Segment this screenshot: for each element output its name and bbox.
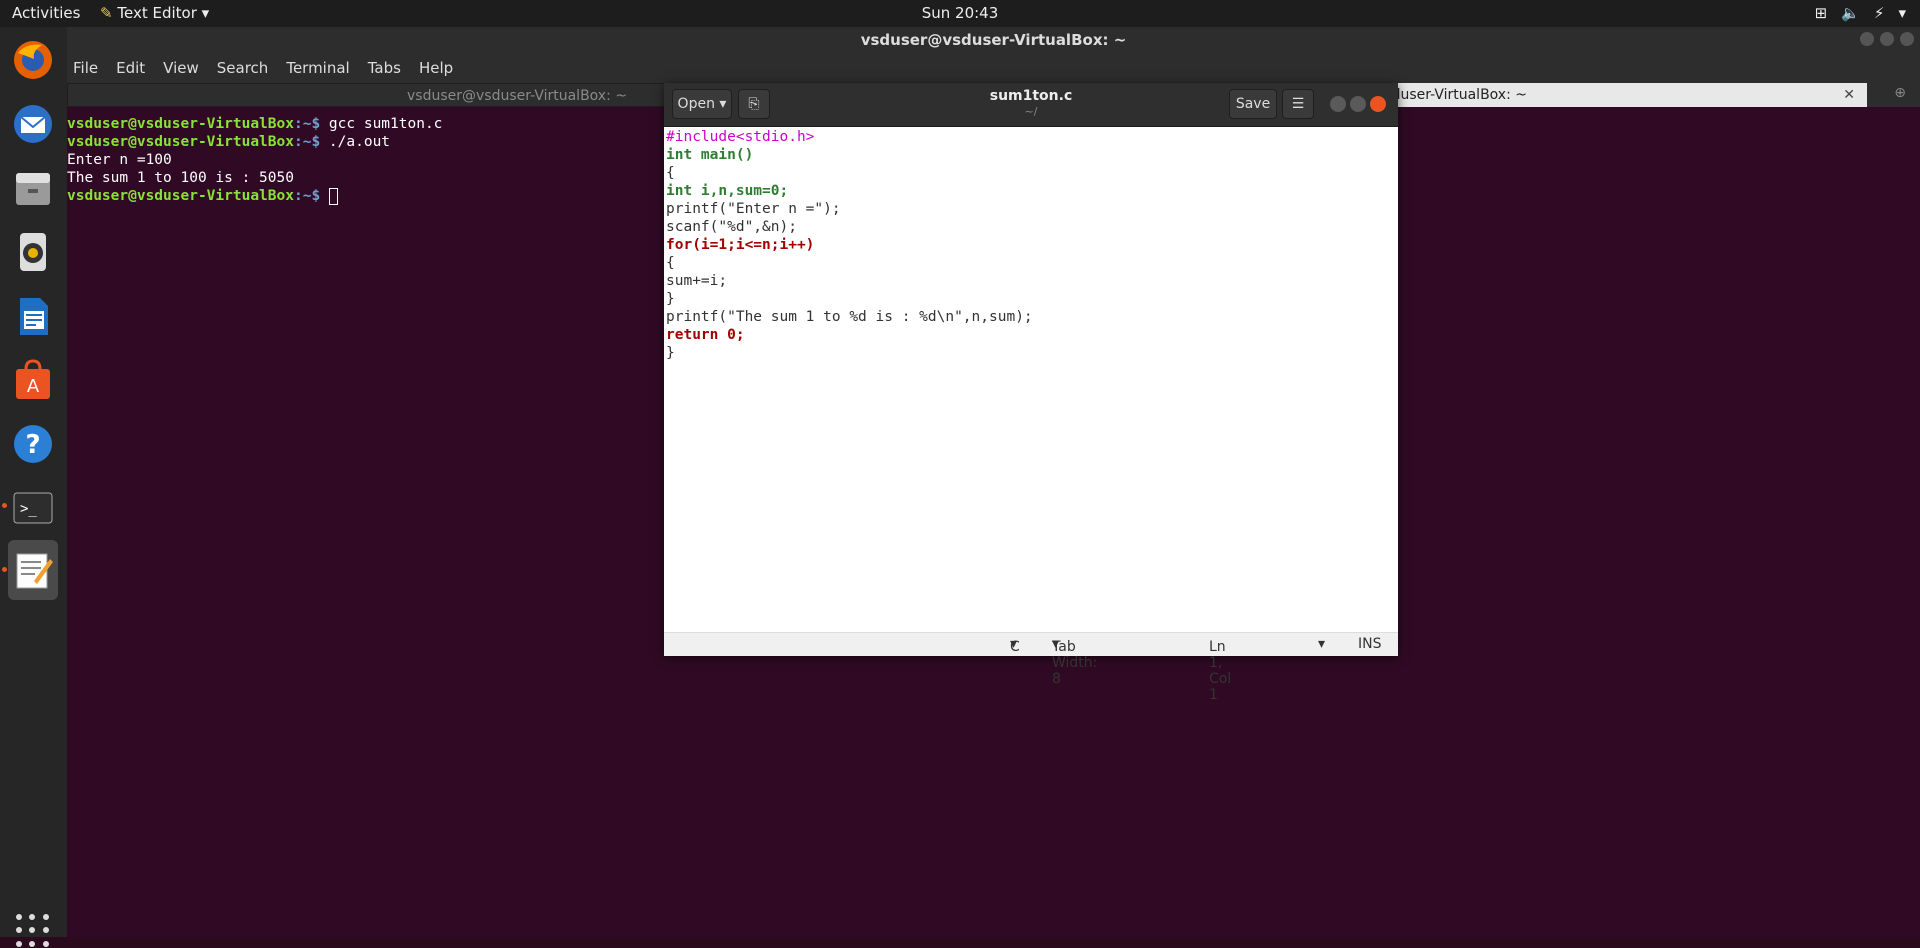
svg-text:A: A (27, 376, 40, 397)
code-line: int i,n,sum=0; (666, 183, 789, 199)
running-indicator (2, 503, 7, 508)
code-line: } (666, 345, 675, 361)
tab-width-label: Tab Width: 8 (1052, 639, 1098, 687)
prompt-user: vsduser@vsduser-VirtualBox (67, 134, 294, 150)
command-text (320, 188, 329, 204)
close-tab-icon[interactable]: ✕ (1843, 83, 1855, 107)
terminal-cursor (328, 187, 338, 205)
firefox-icon (14, 41, 52, 79)
rhythmbox-icon (20, 233, 46, 271)
system-tray[interactable]: ⊞ 🔈 ⚡ ▾ (1815, 4, 1906, 22)
terminal-output[interactable]: vsduser@vsduser-VirtualBox:~$ gcc sum1to… (67, 115, 442, 205)
code-line: scanf("%d",&n); (666, 219, 797, 235)
code-line: for(i=1;i<=n;i++) (666, 237, 815, 253)
code-line: } (666, 291, 675, 307)
terminal-menubar: File Edit View Search Terminal Tabs Help (67, 54, 1920, 81)
dock-help[interactable]: ? (8, 416, 58, 472)
code-line: printf("Enter n ="); (666, 201, 841, 217)
menu-help[interactable]: Help (419, 59, 453, 77)
dock-text-editor[interactable] (8, 540, 58, 600)
menu-view[interactable]: View (163, 59, 199, 77)
menu-tabs[interactable]: Tabs (368, 59, 401, 77)
menu-file[interactable]: File (73, 59, 98, 77)
dock-writer[interactable] (8, 288, 58, 344)
save-button[interactable]: Save (1229, 89, 1277, 119)
menu-search[interactable]: Search (217, 59, 269, 77)
text-editor-headerbar: Open ▾ ⎘ sum1ton.c ~/ Save ☰ (664, 83, 1398, 127)
terminal-title: vsduser@vsduser-VirtualBox: ~ (67, 27, 1920, 54)
cursor-position-label: Ln 1, Col 1 (1209, 639, 1232, 703)
terminal-line: vsduser@vsduser-VirtualBox:~$ (67, 187, 442, 205)
language-selector[interactable]: C ▾ (1010, 636, 1020, 655)
files-icon (16, 173, 50, 205)
help-icon: ? (14, 425, 52, 463)
status-bar: C ▾ Tab Width: 8 ▾ Ln 1, Col 1 ▾ INS (664, 632, 1398, 703)
menu-button[interactable]: ☰ (1282, 89, 1314, 119)
command-text: ./a.out (320, 134, 391, 150)
prompt-sep: :~$ (293, 134, 321, 150)
battery-icon: ⚡ (1873, 4, 1885, 22)
new-tab-icon[interactable]: ⊕ (1894, 85, 1906, 101)
minimize-button[interactable] (1330, 96, 1346, 112)
code-line: sum+=i; (666, 273, 728, 289)
language-label: C (1010, 639, 1020, 655)
dock-thunderbird[interactable] (8, 96, 58, 152)
dock-files[interactable] (8, 160, 58, 216)
insert-mode[interactable]: INS (1358, 636, 1382, 652)
code-line: printf("The sum 1 to %d is : %d\n",n,sum… (666, 309, 1033, 325)
svg-text:>_: >_ (20, 501, 37, 517)
code-line: { (666, 255, 675, 271)
dock-firefox[interactable] (8, 32, 58, 88)
terminal-line: vsduser@vsduser-VirtualBox:~$ ./a.out (67, 133, 442, 151)
chevron-down-icon: ▾ (1898, 4, 1906, 22)
code-line: { (666, 165, 675, 181)
terminal-line: The sum 1 to 100 is : 5050 (67, 170, 294, 186)
command-text: gcc sum1ton.c (320, 116, 443, 132)
writer-icon (20, 298, 48, 335)
code-editor[interactable]: #include<stdio.h> int main() { int i,n,sum=… (666, 128, 1033, 362)
running-indicator (2, 567, 7, 572)
menu-terminal[interactable]: Terminal (286, 59, 349, 77)
terminal-line: vsduser@vsduser-VirtualBox:~$ gcc sum1to… (67, 115, 442, 133)
prompt-sep: :~$ (293, 116, 321, 132)
svg-text:?: ? (25, 430, 40, 460)
text-editor-icon (16, 553, 53, 589)
chevron-down-icon[interactable]: ▾ (1318, 636, 1325, 652)
dock-rhythmbox[interactable] (8, 224, 58, 280)
close-button[interactable] (1900, 32, 1914, 46)
prompt-user: vsduser@vsduser-VirtualBox (67, 116, 294, 132)
clock[interactable]: Sun 20:43 (0, 4, 1920, 22)
dock: A ? >_ (0, 27, 67, 947)
thunderbird-icon (14, 105, 52, 143)
code-line: return 0; (666, 327, 745, 343)
code-line: int main() (666, 147, 754, 163)
tab-width-selector[interactable]: Tab Width: 8 ▾ (1052, 636, 1097, 687)
text-editor-window: Open ▾ ⎘ sum1ton.c ~/ Save ☰ #include<st… (664, 83, 1398, 703)
minimize-button[interactable] (1860, 32, 1874, 46)
maximize-button[interactable] (1880, 32, 1894, 46)
dock-terminal[interactable]: >_ (8, 480, 58, 536)
prompt-sep: :~$ (293, 188, 321, 204)
show-applications-button[interactable] (16, 914, 50, 948)
hamburger-icon: ☰ (1291, 96, 1305, 112)
close-button[interactable] (1370, 96, 1386, 112)
terminal-icon: >_ (13, 492, 53, 524)
tab-label: vsduser@vsduser-VirtualBox: ~ (406, 88, 627, 104)
code-line: #include<stdio.h> (666, 129, 815, 145)
terminal-window-controls (1860, 32, 1914, 46)
top-bar: Activities ✎ Text Editor ▾ Sun 20:43 ⊞ 🔈… (0, 0, 1920, 27)
menu-edit[interactable]: Edit (116, 59, 145, 77)
maximize-button[interactable] (1350, 96, 1366, 112)
dock-software[interactable]: A (8, 352, 58, 408)
network-icon: ⊞ (1814, 4, 1828, 22)
prompt-user: vsduser@vsduser-VirtualBox (67, 188, 294, 204)
software-icon: A (16, 359, 50, 399)
save-label: Save (1235, 96, 1271, 112)
terminal-line: Enter n =100 (67, 152, 172, 168)
volume-icon: 🔈 (1841, 4, 1860, 22)
